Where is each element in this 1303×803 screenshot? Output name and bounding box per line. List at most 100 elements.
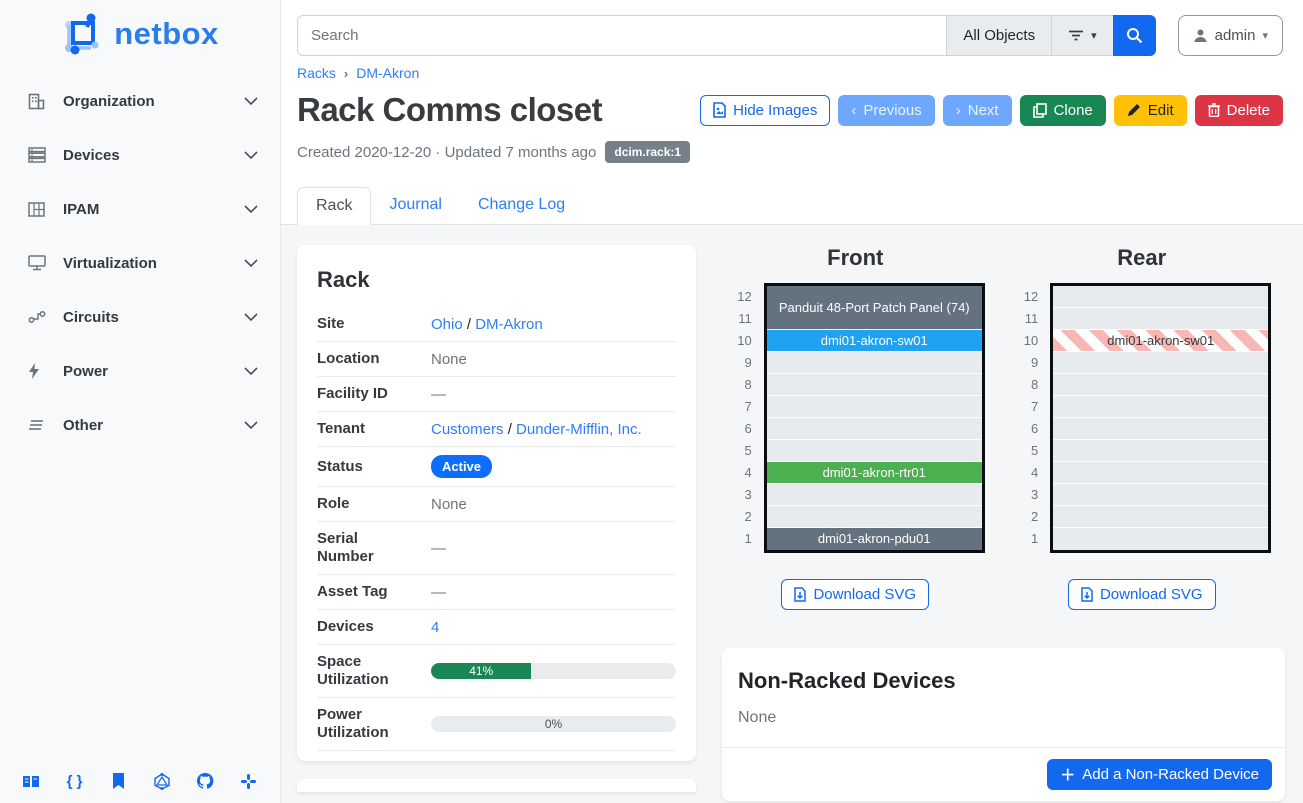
chevron-down-icon [244, 151, 258, 159]
edit-button[interactable]: Edit [1114, 95, 1187, 126]
github-icon[interactable] [194, 771, 216, 791]
add-non-racked-device-button[interactable]: ＋ Add a Non-Racked Device [1047, 759, 1272, 790]
user-menu-button[interactable]: admin ▾ [1178, 15, 1283, 56]
download-svg-front-button[interactable]: Download SVG [781, 579, 929, 610]
tenant-link[interactable]: Dunder-Mifflin, Inc. [516, 421, 642, 438]
space-utilization-row: Space Utilization 41% [317, 645, 676, 698]
netbox-wordmark: netbox [114, 16, 219, 52]
empty-unit[interactable] [1053, 528, 1268, 550]
pencil-icon [1127, 103, 1141, 117]
site-link[interactable]: DM-Akron [475, 316, 543, 333]
sidebar-item-label: IPAM [63, 201, 244, 218]
action-buttons: Hide Images ‹ Previous › Next Clo [700, 95, 1283, 126]
empty-unit[interactable] [1053, 308, 1268, 329]
tab-change-log[interactable]: Change Log [460, 187, 583, 224]
power-utilization-bar: 0% [431, 716, 676, 732]
page-content: Rack Site Ohio / DM-Akron Location None [281, 225, 1303, 803]
server-icon [28, 146, 48, 164]
rack-elevations: Front 12 11 10 9 8 7 6 5 4 [712, 245, 1285, 610]
rack-device-pdu[interactable]: dmi01-akron-pdu01 [767, 528, 982, 550]
empty-unit[interactable] [767, 506, 982, 527]
file-download-icon [794, 587, 806, 602]
breadcrumb-site-link[interactable]: DM-Akron [356, 65, 419, 81]
empty-unit[interactable] [1053, 418, 1268, 439]
rear-unit-numbers: 12 11 10 9 8 7 6 5 4 3 2 [1012, 283, 1038, 553]
tab-rack[interactable]: Rack [297, 187, 371, 225]
tenant-group-link[interactable]: Customers [431, 421, 504, 438]
right-column: Front 12 11 10 9 8 7 6 5 4 [712, 245, 1285, 803]
empty-unit[interactable] [1053, 374, 1268, 395]
empty-unit[interactable] [1053, 506, 1268, 527]
empty-unit[interactable] [767, 418, 982, 439]
hide-images-button[interactable]: Hide Images [700, 95, 830, 126]
search-submit-button[interactable] [1113, 15, 1156, 56]
rack-device-switch-rear[interactable]: dmi01-akron-sw01 [1053, 330, 1268, 351]
rack-device-router[interactable]: dmi01-akron-rtr01 [767, 462, 982, 483]
caret-down-icon: ▾ [1262, 29, 1268, 42]
search-input[interactable] [297, 15, 946, 56]
sidebar-item-circuits[interactable]: Circuits [0, 298, 280, 336]
empty-unit[interactable] [1053, 484, 1268, 505]
lightning-bolt-icon [28, 362, 48, 380]
delete-button[interactable]: Delete [1195, 95, 1283, 126]
empty-unit[interactable] [1053, 440, 1268, 461]
caret-down-icon: ▾ [1091, 29, 1097, 42]
empty-unit[interactable] [767, 374, 982, 395]
empty-unit[interactable] [767, 484, 982, 505]
rack-device-patch-panel[interactable]: Panduit 48-Port Patch Panel (74) [767, 286, 982, 329]
sidebar-item-virtualization[interactable]: Virtualization [0, 244, 280, 282]
facility-id-row: Facility ID — [317, 377, 676, 412]
empty-unit[interactable] [1053, 396, 1268, 417]
devices-row: Devices 4 [317, 610, 676, 645]
page-header: Racks › DM-Akron Rack Comms closet Hide … [281, 56, 1303, 163]
sidebar-item-other[interactable]: Other [0, 406, 280, 444]
netbox-logo[interactable]: netbox [0, 8, 280, 60]
download-svg-rear-button[interactable]: Download SVG [1068, 579, 1216, 610]
empty-unit[interactable] [1053, 286, 1268, 307]
tab-journal[interactable]: Journal [371, 187, 459, 224]
sidebar: netbox Organization Devices IPAM [0, 0, 281, 803]
breadcrumb-racks-link[interactable]: Racks [297, 65, 336, 81]
search-scope-label: All Objects [963, 27, 1035, 44]
sidebar-item-power[interactable]: Power [0, 352, 280, 390]
previous-button[interactable]: ‹ Previous [838, 95, 934, 126]
slack-icon[interactable] [238, 771, 260, 791]
rack-device-switch[interactable]: dmi01-akron-sw01 [767, 330, 982, 351]
rack-info-panel: Rack Site Ohio / DM-Akron Location None [297, 245, 696, 761]
chevron-left-icon: ‹ [851, 102, 856, 119]
sidebar-item-organization[interactable]: Organization [0, 82, 280, 120]
sidebar-item-ipam[interactable]: IPAM [0, 190, 280, 228]
search-scope-button[interactable]: All Objects [946, 15, 1051, 56]
person-icon [1193, 28, 1208, 43]
site-region-link[interactable]: Ohio [431, 316, 463, 333]
api-braces-icon[interactable]: { } [64, 771, 86, 791]
empty-unit[interactable] [1053, 352, 1268, 373]
sidebar-item-devices[interactable]: Devices [0, 136, 280, 174]
next-button[interactable]: › Next [943, 95, 1012, 126]
non-racked-title: Non-Racked Devices [738, 668, 1269, 694]
bookmark-icon[interactable] [107, 771, 129, 791]
filter-icon [1068, 30, 1084, 41]
empty-unit[interactable] [767, 396, 982, 417]
ipam-grid-icon [28, 200, 48, 218]
sidebar-item-label: Power [63, 363, 244, 380]
docs-book-icon[interactable] [20, 771, 42, 791]
clone-button[interactable]: Clone [1020, 95, 1106, 126]
serial-number-value: — [412, 540, 676, 557]
chevron-down-icon [244, 259, 258, 267]
graphql-icon[interactable] [151, 771, 173, 791]
devices-count-link[interactable]: 4 [431, 619, 439, 636]
search-filter-dropdown[interactable]: ▾ [1051, 15, 1113, 56]
page-title: Rack Comms closet [297, 91, 602, 129]
role-row: Role None [317, 487, 676, 522]
tab-bar: Rack Journal Change Log [281, 165, 1303, 225]
circuit-icon [28, 308, 48, 326]
empty-unit[interactable] [1053, 462, 1268, 483]
front-elevation: Front 12 11 10 9 8 7 6 5 4 [712, 245, 999, 610]
status-row: Status Active [317, 447, 676, 487]
tenant-row: Tenant Customers / Dunder-Mifflin, Inc. [317, 412, 676, 447]
empty-unit[interactable] [767, 440, 982, 461]
non-racked-empty-text: None [738, 709, 1269, 727]
empty-unit[interactable] [767, 352, 982, 373]
serial-number-row: Serial Number — [317, 522, 676, 575]
